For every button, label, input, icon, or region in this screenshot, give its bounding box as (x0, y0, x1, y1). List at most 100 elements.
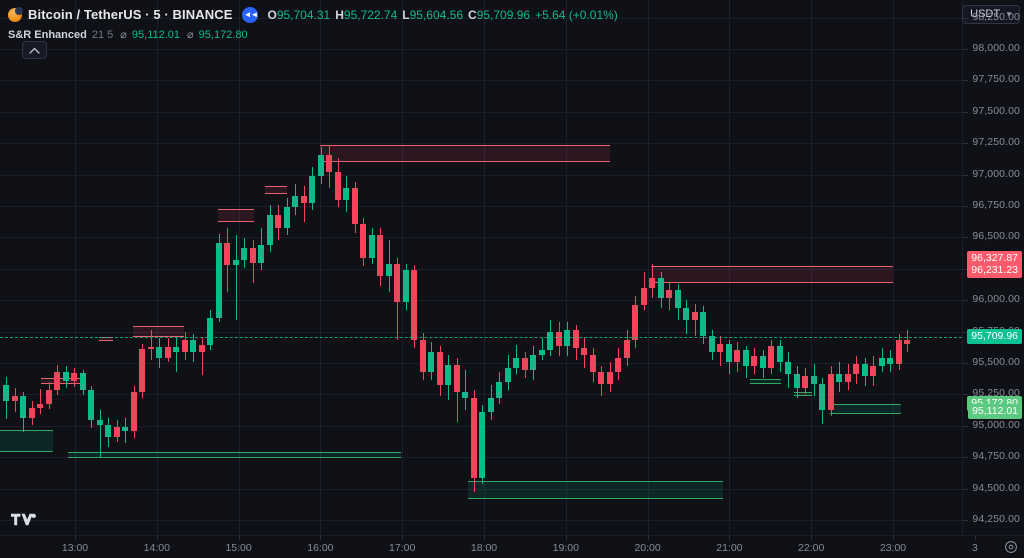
time-tick-mark (729, 536, 731, 540)
time-tick-label: 16:00 (307, 542, 334, 554)
price-tick-mark (963, 17, 968, 19)
resistance-zone[interactable] (218, 209, 254, 222)
legend-symbol-row: Bitcoin / TetherUS · 5 · BINANCE ◄◄ O95,… (8, 5, 618, 24)
resistance-zone[interactable] (99, 337, 113, 341)
grid-line-vertical (565, 0, 567, 535)
candle-body (802, 376, 808, 388)
tradingview-logo (11, 513, 36, 526)
candle-body (624, 340, 630, 358)
candle-body (556, 332, 562, 346)
candle-body (114, 427, 120, 437)
candle-body (513, 358, 519, 368)
candle-body (607, 372, 613, 384)
resistance-zone[interactable] (133, 326, 184, 337)
candle-body (462, 392, 468, 398)
resistance-zone[interactable] (265, 186, 287, 194)
candle-body (97, 420, 103, 425)
candle-body (675, 290, 681, 308)
price-scale[interactable]: USDT ▼ 98,250.00 98,000.00 97,750.00 97,500… (962, 0, 1024, 535)
candle-wick (175, 338, 177, 372)
candle-body (632, 305, 638, 340)
bitcoin-coin-icon (8, 6, 23, 22)
candle-body (641, 288, 647, 305)
candle-wick (541, 338, 543, 360)
candle-body (828, 374, 834, 410)
price-badge[interactable]: 95,709.96 (967, 328, 1022, 344)
candle-body (190, 340, 196, 352)
price-tick-label: 97,500.00 (972, 104, 1020, 117)
time-tick-mark (811, 536, 813, 540)
price-tick-label: 95,500.00 (972, 355, 1020, 368)
diameter-icon-2: ⌀ (187, 29, 194, 41)
price-tick-mark (963, 174, 968, 176)
candle-body (216, 243, 222, 318)
candle-body (454, 365, 460, 392)
candle-body (199, 345, 205, 352)
candle-body (709, 336, 715, 352)
chart-plot-area[interactable] (0, 0, 962, 535)
candle-body (173, 347, 179, 352)
price-tick-mark (963, 80, 968, 82)
time-tick-mark (565, 536, 567, 540)
resistance-zone[interactable] (651, 266, 893, 283)
price-tick-label: 97,000.00 (972, 167, 1020, 180)
ohlc-close-key: C (468, 7, 477, 22)
price-badge[interactable]: 96,231.23 (967, 263, 1022, 279)
candle-body (37, 404, 43, 408)
candle-body (598, 372, 604, 384)
time-tick-label: 18:00 (470, 542, 498, 554)
candle-body (445, 365, 451, 385)
candle-body (581, 348, 587, 355)
grid-line-horizontal (0, 49, 962, 50)
ohlc-high-key: H (335, 7, 344, 22)
candle-body (88, 390, 94, 420)
collapse-pane-icon[interactable] (22, 41, 47, 59)
time-scale[interactable]: 13:00 14:00 15:00 16:00 17:00 18:00 19:00 20:00… (0, 535, 1024, 558)
support-zone[interactable] (0, 430, 53, 452)
ohlc-open-value: 95,704.31 (276, 7, 331, 22)
candle-body (122, 427, 128, 431)
candle-body (46, 390, 52, 404)
candle-body (726, 344, 732, 362)
price-tick-mark (963, 488, 968, 490)
ohlc-low: L95,604.56 (402, 8, 463, 22)
chevron-up-glyph (29, 47, 40, 54)
candle-body (182, 340, 188, 352)
indicator-name[interactable]: S&R Enhanced (8, 29, 87, 41)
candle-body (360, 224, 366, 258)
replay-rewind-icon[interactable]: ◄◄ (242, 6, 259, 23)
price-tick-mark (963, 457, 968, 459)
support-zone[interactable] (468, 481, 723, 499)
price-badge[interactable]: 95,112.01 (968, 403, 1022, 419)
time-tick-mark (647, 536, 649, 540)
grid-line-horizontal (0, 300, 962, 302)
ohlc-change: +5.64 (+0.01%) (535, 7, 618, 22)
ohlc-low-value: 95,604.56 (409, 7, 464, 22)
candle-body (488, 398, 494, 412)
symbol-title[interactable]: Bitcoin / TetherUS · 5 · BINANCE (28, 7, 232, 22)
resistance-zone[interactable] (320, 145, 610, 162)
time-tick-label: 14:00 (143, 542, 170, 554)
candle-body (148, 347, 154, 349)
candle-body (12, 396, 18, 401)
candle-body (63, 372, 69, 381)
candle-body (309, 176, 315, 203)
time-tick-mark (75, 536, 76, 540)
price-tick-label: 97,750.00 (972, 73, 1020, 86)
candle-body (590, 355, 596, 372)
support-zone[interactable] (830, 404, 901, 414)
time-tick-label: 21:00 (716, 542, 743, 554)
price-tick-mark (963, 425, 968, 427)
timescale-settings-icon[interactable] (1004, 540, 1018, 554)
grid-line-horizontal (0, 237, 962, 239)
candle-body (879, 358, 885, 366)
price-tick-mark (963, 206, 968, 207)
candle-body (267, 215, 273, 245)
candle-body (386, 264, 392, 276)
price-tick-mark (963, 111, 968, 113)
price-tick-label: 94,750.00 (972, 450, 1020, 463)
candle-body (522, 358, 528, 370)
support-zone[interactable] (750, 379, 781, 384)
price-tick-mark (963, 394, 968, 396)
support-zone[interactable] (68, 452, 401, 458)
